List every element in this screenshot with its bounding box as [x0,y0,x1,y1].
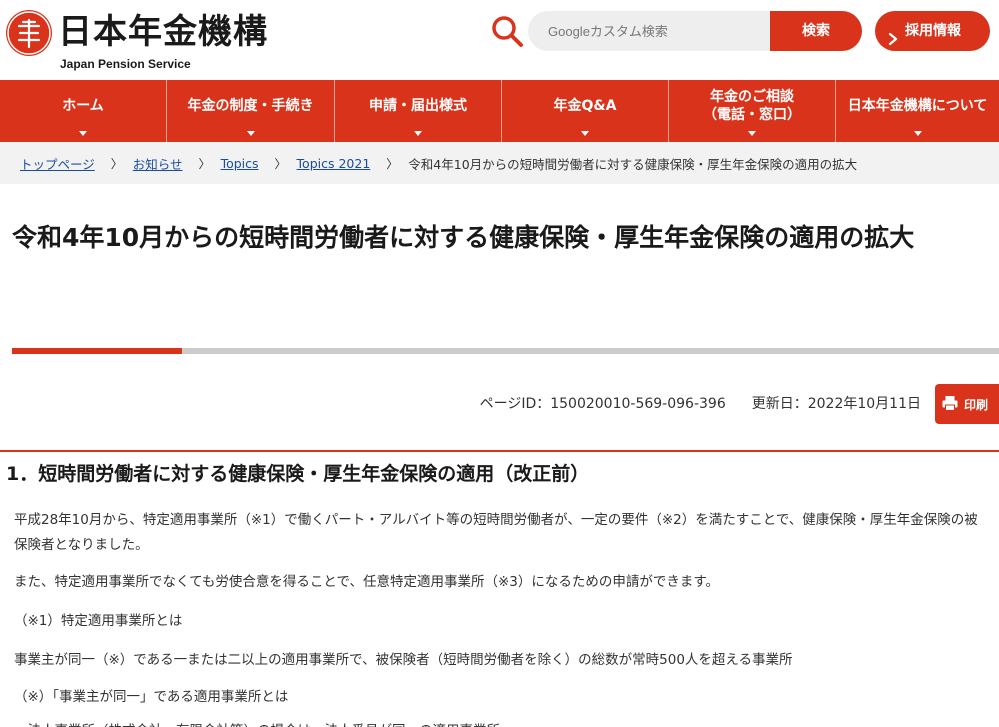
list-item: ・法人事業所（株式会社、有限会社等）の場合は、法人番号が同一の適用事業所 [14,719,989,727]
nav-item-home[interactable]: ホーム [0,80,167,142]
caret-down-icon [581,131,589,136]
breadcrumb-link-news[interactable]: お知らせ [133,154,183,173]
breadcrumb-separator: 〉 [274,156,287,171]
nav-item-qa[interactable]: 年金Q&A [502,80,669,142]
breadcrumb-current: 令和4年10月からの短時間労働者に対する健康保険・厚生年金保険の適用の拡大 [408,156,858,172]
caret-down-icon [246,131,255,136]
nav-label: ホーム [62,98,104,114]
nav-item-about[interactable]: 日本年金機構について [836,80,999,142]
nav-item-consultation[interactable]: 年金のご相談 （電話・窓口） [669,80,836,142]
updated-date: 更新日：2022年10月11日 [751,396,921,412]
note-label: （※）「事業主が同一」である適用事業所とは [14,689,289,705]
page-meta: ページID：150020010-569-096-396 更新日：2022年10月… [480,393,921,413]
logo-subtext: Japan Pension Service [60,57,191,71]
breadcrumb-separator: 〉 [198,156,211,171]
note-label: （※1）特定適用事業所とは [14,613,183,629]
title-divider [12,348,999,354]
section-heading: 1．短時間労働者に対する健康保険・厚生年金保険の適用（改正前） [0,450,999,495]
logo-icon[interactable] [6,10,52,56]
paragraph: 平成28年10月から、特定適用事業所（※1）で働くパート・アルバイト等の短時間労… [14,512,978,553]
nav-label: 年金Q&A [553,98,617,114]
global-nav: ホーム 年金の制度・手続き 申請・届出様式 年金Q&A 年金のご相談 （電話・窓… [0,80,999,142]
recruit-label: 採用情報 [905,23,961,39]
search-button[interactable]: 検索 [770,11,862,51]
nav-label: 年金の制度・手続き [187,98,314,114]
breadcrumb: トップページ 〉 お知らせ 〉 Topics 〉 Topics 2021 〉 令… [0,142,999,184]
search-icon [490,14,524,48]
print-label: 印刷 [964,397,989,412]
breadcrumb-link-top[interactable]: トップページ [20,154,95,173]
nav-item-forms[interactable]: 申請・届出様式 [335,80,502,142]
caret-down-icon [414,131,422,136]
nav-label: 日本年金機構について [847,98,988,114]
chevron-right-icon [885,23,901,46]
breadcrumb-separator: 〉 [386,156,399,171]
paragraph: 事業主が同一（※）である一または二以上の適用事業所で、被保険者（短時間労働者を除… [14,652,793,668]
breadcrumb-separator: 〉 [110,156,123,171]
site-header: 日本年金機構 Japan Pension Service 検索 採用情報 [0,0,999,80]
nav-label-line1: 年金のご相談 [710,89,794,105]
breadcrumb-link-topics-2021[interactable]: Topics 2021 [297,156,371,171]
caret-down-icon [748,131,756,136]
breadcrumb-link-topics[interactable]: Topics [221,156,259,171]
nav-label: 申請・届出様式 [369,98,467,114]
logo-text[interactable]: 日本年金機構 [58,12,268,52]
page-title: 令和4年10月からの短時間労働者に対する健康保険・厚生年金保険の適用の拡大 [12,223,915,252]
print-button[interactable]: 印刷 [935,384,999,424]
recruit-button[interactable]: 採用情報 [875,11,990,51]
nav-item-pension-system[interactable]: 年金の制度・手続き [167,80,335,142]
printer-icon [941,394,959,415]
nav-label-line2: （電話・窓口） [703,107,801,123]
paragraph: また、特定適用事業所でなくても労使合意を得ることで、任意特定適用事業所（※3）に… [14,574,720,590]
page-id: ページID：150020010-569-096-396 [479,396,726,412]
title-divider-accent [12,348,182,354]
search-form: 検索 [528,11,862,51]
caret-down-icon [79,131,87,136]
caret-down-icon [913,131,922,136]
search-input[interactable] [528,11,772,51]
